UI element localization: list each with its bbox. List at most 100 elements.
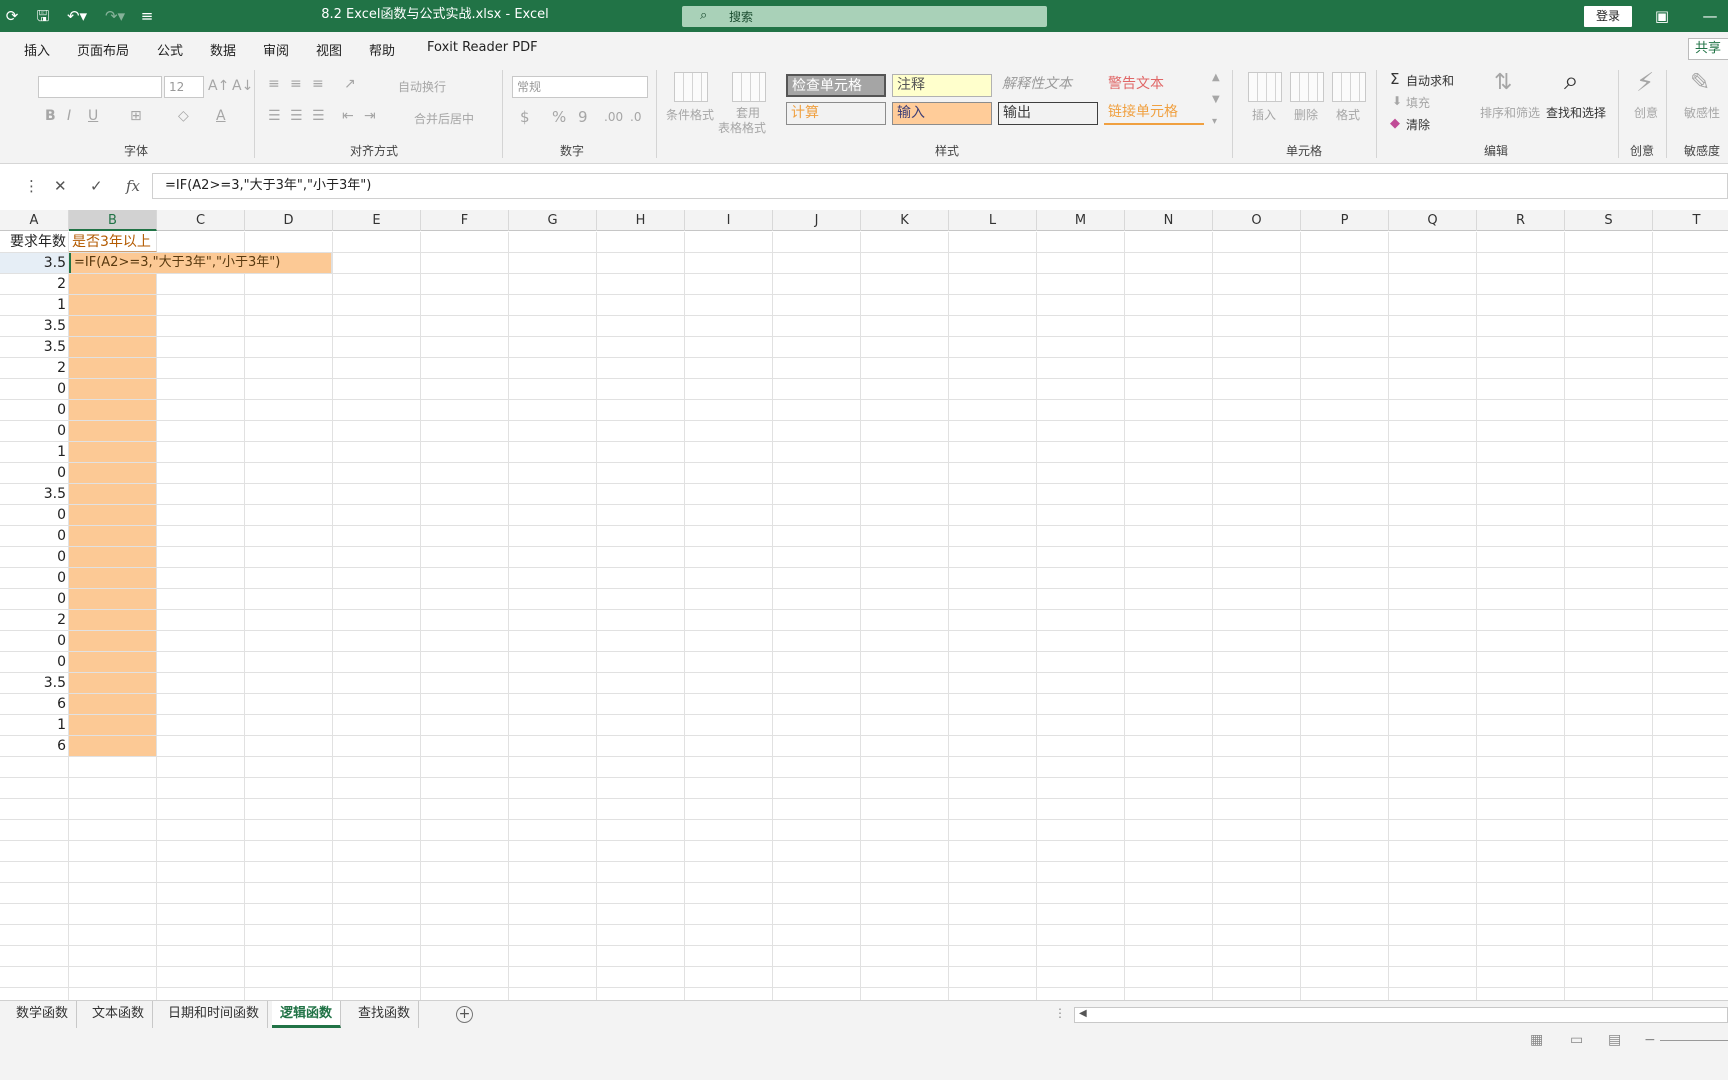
worksheet-grid[interactable]: ABCDEFGHIJKLMNOPQRST 要求年数 是否3年以上 3.5 =IF(A2… [0, 210, 1728, 1000]
cell-b[interactable] [69, 904, 157, 924]
conditional-format-button[interactable]: 条件格式 [666, 106, 714, 123]
column-header-s[interactable]: S [1565, 210, 1653, 231]
tab-page-layout[interactable]: 页面布局 [77, 40, 129, 59]
column-header-n[interactable]: N [1125, 210, 1213, 231]
share-button[interactable]: 共享 [1688, 38, 1728, 60]
normal-view-icon[interactable]: ▦ [1530, 1032, 1543, 1048]
cell-b[interactable] [69, 358, 157, 378]
column-header-k[interactable]: K [861, 210, 949, 231]
cell-a[interactable] [0, 862, 69, 882]
insert-cells-icon[interactable] [1248, 72, 1282, 102]
search-box[interactable]: ⌕ 搜索 [682, 6, 1047, 27]
style-linked-cell[interactable]: 链接单元格 [1104, 102, 1204, 125]
column-header-g[interactable]: G [509, 210, 597, 231]
column-header-d[interactable]: D [245, 210, 333, 231]
cell-b[interactable] [69, 673, 157, 693]
scroll-left-icon[interactable]: ◀ [1079, 1008, 1087, 1019]
cell-b[interactable] [69, 568, 157, 588]
style-input[interactable]: 输入 [892, 102, 992, 125]
decrease-decimal-icon[interactable]: .0 [630, 110, 641, 124]
ribbon-display-options-icon[interactable]: ▣ [1650, 4, 1674, 28]
autosum-button[interactable]: 自动求和 [1406, 72, 1454, 89]
comma-style-icon[interactable]: 9 [578, 108, 588, 126]
cell-b[interactable] [69, 967, 157, 987]
cell-a[interactable]: 2 [0, 274, 69, 294]
decrease-font-icon[interactable]: A↓ [232, 78, 253, 94]
zoom-slider[interactable] [1660, 1040, 1728, 1041]
cell-b[interactable] [69, 799, 157, 819]
align-middle-icon[interactable]: ≡ [290, 76, 302, 92]
cell-b[interactable] [69, 820, 157, 840]
underline-icon[interactable]: U [88, 108, 98, 124]
cell-a[interactable]: 2 [0, 610, 69, 630]
cell-b[interactable] [69, 694, 157, 714]
cell-a[interactable] [0, 904, 69, 924]
cell-a[interactable]: 0 [0, 526, 69, 546]
tab-view[interactable]: 视图 [316, 40, 342, 59]
cell-a[interactable]: 6 [0, 736, 69, 756]
style-explanatory[interactable]: 解释性文本 [998, 74, 1098, 97]
styles-more-icon[interactable]: ▾ [1212, 116, 1217, 127]
number-format-box[interactable]: 常规 [512, 76, 648, 98]
cell-b[interactable] [69, 505, 157, 525]
cell-b[interactable] [69, 652, 157, 672]
cell-b[interactable] [69, 862, 157, 882]
cell-a[interactable] [0, 757, 69, 777]
increase-indent-icon[interactable]: ⇥ [364, 108, 376, 124]
clear-button[interactable]: 清除 [1406, 116, 1430, 133]
tab-insert[interactable]: 插入 [24, 40, 50, 59]
cell-a1[interactable]: 要求年数 [0, 232, 69, 252]
horizontal-scrollbar[interactable]: ◀ [1074, 1007, 1728, 1023]
cell-a[interactable]: 3.5 [0, 484, 69, 504]
cell-b[interactable] [69, 547, 157, 567]
sensitivity-button[interactable]: 敏感性 [1684, 104, 1720, 121]
cell-b[interactable] [69, 484, 157, 504]
tab-data[interactable]: 数据 [210, 40, 236, 59]
column-header-c[interactable]: C [157, 210, 245, 231]
align-left-icon[interactable]: ☰ [268, 108, 281, 124]
table-format-icon[interactable] [732, 72, 766, 102]
fill-color-icon[interactable]: ◇ [178, 108, 189, 124]
cell-a[interactable]: 0 [0, 505, 69, 525]
cell-b[interactable] [69, 757, 157, 777]
sheet-tab-text[interactable]: 文本函数 [84, 1001, 154, 1028]
tab-formulas[interactable]: 公式 [157, 40, 183, 59]
column-header-i[interactable]: I [685, 210, 773, 231]
cell-a[interactable]: 1 [0, 442, 69, 462]
increase-decimal-icon[interactable]: .00 [604, 110, 623, 124]
cell-b[interactable] [69, 442, 157, 462]
sort-filter-button[interactable]: 排序和筛选 [1480, 104, 1540, 121]
align-right-icon[interactable]: ☰ [312, 108, 325, 124]
find-select-button[interactable]: 查找和选择 [1546, 104, 1606, 121]
sheet-tab-lookup[interactable]: 查找函数 [350, 1001, 420, 1028]
redo-icon[interactable]: ↷▾ [100, 4, 130, 28]
cell-a[interactable]: 0 [0, 589, 69, 609]
align-top-icon[interactable]: ≡ [268, 76, 280, 92]
enter-icon[interactable]: ✓ [90, 177, 103, 195]
save-icon[interactable]: 🖫 [32, 4, 54, 28]
column-header-a[interactable]: A [0, 210, 69, 231]
cell-b[interactable] [69, 274, 157, 294]
increase-font-icon[interactable]: A↑ [208, 78, 229, 94]
cell-a[interactable]: 0 [0, 547, 69, 567]
cell-a[interactable]: 3.5 [0, 316, 69, 336]
page-layout-view-icon[interactable]: ▭ [1570, 1032, 1583, 1048]
cell-b[interactable] [69, 841, 157, 861]
cell-a[interactable] [0, 967, 69, 987]
cell-a[interactable]: 0 [0, 652, 69, 672]
font-color-icon[interactable]: A [216, 108, 226, 124]
active-cell-b2[interactable]: =IF(A2>=3,"大于3年","小于3年") [69, 253, 332, 273]
cell-b[interactable] [69, 925, 157, 945]
style-calculation[interactable]: 计算 [786, 102, 886, 125]
column-header-l[interactable]: L [949, 210, 1037, 231]
cell-b[interactable] [69, 295, 157, 315]
align-bottom-icon[interactable]: ≡ [312, 76, 324, 92]
column-header-p[interactable]: P [1301, 210, 1389, 231]
currency-icon[interactable]: $ [520, 108, 530, 126]
column-header-e[interactable]: E [333, 210, 421, 231]
cell-a[interactable]: 6 [0, 694, 69, 714]
wrap-text-button[interactable]: 自动换行 [398, 78, 446, 95]
cell-a[interactable]: 0 [0, 421, 69, 441]
cell-b[interactable] [69, 631, 157, 651]
column-header-t[interactable]: T [1653, 210, 1728, 231]
